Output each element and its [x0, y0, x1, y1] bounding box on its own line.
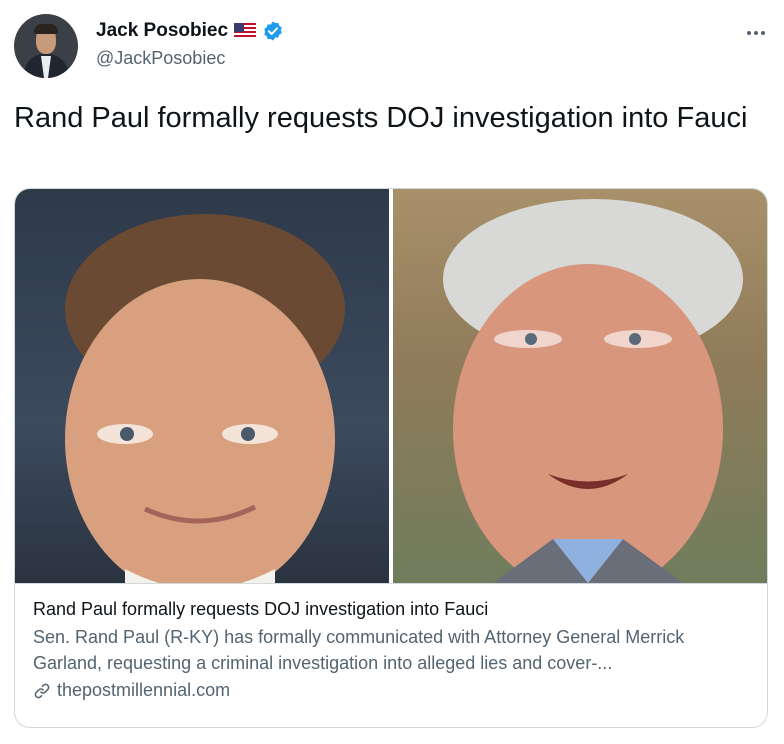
card-domain: thepostmillennial.com — [57, 680, 231, 700]
avatar[interactable] — [14, 14, 78, 78]
card-domain-row[interactable]: thepostmillennial.com — [33, 680, 751, 701]
card-photo-right — [393, 189, 767, 583]
card-title[interactable]: Rand Paul formally requests DOJ investig… — [33, 598, 751, 620]
more-dot — [747, 31, 751, 35]
card-photo-left — [15, 189, 389, 583]
author-name-row: Jack Posobiec — [96, 20, 284, 42]
card-body: Rand Paul formally requests DOJ investig… — [15, 583, 767, 727]
author-handle[interactable]: @JackPosobiec — [96, 48, 225, 69]
link-icon — [34, 683, 50, 698]
portrait-right-illustration — [443, 199, 743, 583]
tweet: Jack Posobiec @JackPosobiec Rand Paul fo… — [0, 0, 784, 744]
card-image[interactable] — [15, 189, 767, 583]
link-card[interactable]: Rand Paul formally requests DOJ investig… — [14, 188, 768, 728]
card-description: Sen. Rand Paul (R-KY) has formally commu… — [33, 627, 685, 673]
us-flag-icon — [234, 23, 257, 39]
tweet-text: Rand Paul formally requests DOJ investig… — [14, 102, 748, 134]
more-options-icon[interactable] — [742, 22, 770, 44]
portrait-left-illustration — [65, 214, 345, 583]
more-dot — [754, 31, 758, 35]
verified-badge-icon — [264, 21, 282, 41]
author-display-name[interactable]: Jack Posobiec — [96, 20, 228, 42]
more-dot — [761, 31, 765, 35]
avatar-hair — [34, 24, 58, 34]
